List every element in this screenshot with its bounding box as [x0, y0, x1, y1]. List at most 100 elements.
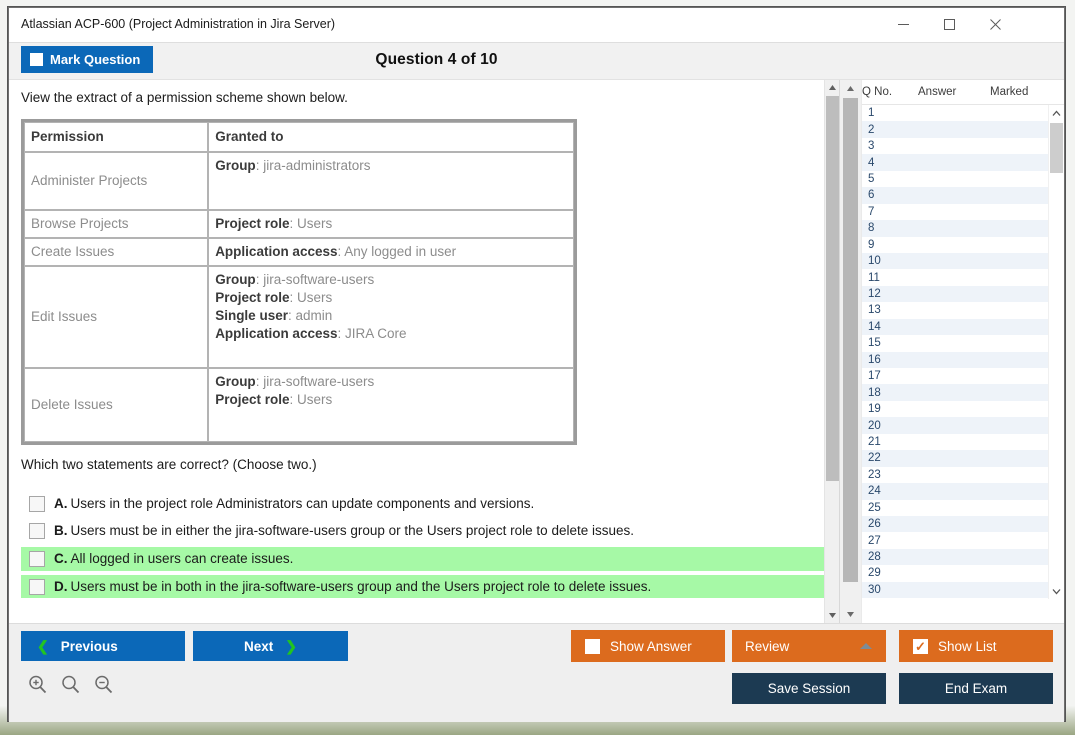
question-list-row[interactable]: 11	[862, 269, 1048, 285]
answer-option-a[interactable]: A. Users in the project role Administrato…	[21, 492, 832, 516]
zoom-out-button[interactable]	[93, 674, 114, 700]
list-inner-scrollbar[interactable]	[1048, 105, 1064, 599]
granted-to-cell: Project role: Users	[208, 209, 574, 238]
question-list-row[interactable]: 26	[862, 515, 1048, 533]
question-list-row[interactable]: 13	[862, 302, 1048, 318]
question-list-row[interactable]: 29	[862, 565, 1048, 581]
maximize-button[interactable]	[927, 8, 972, 41]
zoom-reset-button[interactable]	[60, 674, 81, 700]
minimize-button[interactable]	[881, 8, 926, 41]
question-number: 11	[868, 271, 880, 284]
grant-line: Application access: JIRA Core	[215, 325, 567, 343]
list-outer-scrollbar[interactable]	[840, 80, 862, 623]
grant-label: Project role	[215, 289, 290, 305]
chevron-right-icon: ❯	[285, 637, 297, 654]
question-list-row[interactable]: 3	[862, 138, 1048, 154]
chevron-up-icon	[1052, 110, 1061, 116]
question-list-row[interactable]: 18	[862, 384, 1048, 401]
question-list-row[interactable]: 27	[862, 532, 1048, 548]
question-list-row[interactable]: 7	[862, 204, 1048, 220]
question-list-row[interactable]: 30	[862, 581, 1048, 599]
question-number: 13	[868, 304, 881, 317]
question-list-row[interactable]: 8	[862, 220, 1048, 237]
question-number: 27	[868, 534, 881, 547]
show-answer-checkbox[interactable]	[585, 638, 600, 654]
content-scroll-up-button[interactable]	[825, 80, 840, 95]
chevron-down-icon	[829, 613, 836, 618]
question-list-row[interactable]: 1	[862, 105, 1048, 121]
question-list-row[interactable]: 5	[862, 171, 1048, 187]
content-scroll-down-button[interactable]	[825, 608, 840, 623]
grant-sep: :	[289, 289, 297, 305]
question-number: 24	[868, 485, 881, 498]
question-list-rows[interactable]: 1 2 3 4 5 6 7 8 9 10 11 12 13 14 15 16 17 18 19 20 21 22 23 24 2…	[862, 105, 1048, 599]
question-number: 10	[868, 255, 881, 268]
question-list-row[interactable]: 22	[862, 450, 1048, 467]
answer-option-b[interactable]: B. Users must be in either the jira-softw…	[21, 519, 832, 543]
question-list-row[interactable]: 21	[862, 434, 1048, 450]
end-exam-label: End Exam	[944, 681, 1008, 696]
question-list-row[interactable]: 2	[862, 121, 1048, 138]
list-column-answer: Answer	[918, 86, 957, 98]
grant-sep: :	[289, 391, 297, 407]
grant-value: Users	[296, 215, 333, 231]
bottom-toolbar: ❮ Previous Next ❯ Show Answer Review ✓ S…	[9, 623, 1064, 722]
next-button[interactable]: Next ❯	[193, 631, 348, 661]
grant-value: Users	[296, 289, 333, 305]
review-dropdown-button[interactable]: Review	[732, 630, 886, 662]
grant-value: jira-administrators	[263, 157, 371, 173]
end-exam-button[interactable]: End Exam	[899, 673, 1053, 704]
answer-checkbox-b[interactable]	[29, 523, 45, 540]
content-scrollbar[interactable]	[824, 80, 840, 623]
question-list-row[interactable]: 19	[862, 401, 1048, 417]
answer-text-c: C. All logged in users can create issues.	[54, 550, 293, 568]
question-list-row[interactable]: 16	[862, 351, 1048, 368]
show-answer-label: Show Answer	[610, 638, 692, 654]
question-number: 21	[868, 435, 881, 448]
grant-line: Group: jira-software-users	[215, 373, 567, 391]
question-list-row[interactable]: 23	[862, 467, 1048, 483]
question-list-row[interactable]: 10	[862, 252, 1048, 270]
question-list-row[interactable]: 4	[862, 154, 1048, 171]
close-button[interactable]	[973, 8, 1018, 41]
question-list-row[interactable]: 9	[862, 237, 1048, 253]
grant-line: Project role: Users	[215, 289, 567, 307]
answer-option-d[interactable]: D. Users must be in both in the jira-soft…	[21, 574, 832, 599]
question-number: 7	[868, 205, 875, 218]
grant-value: jira-software-users	[263, 271, 375, 287]
show-list-checkbox[interactable]: ✓	[913, 638, 928, 654]
list-outer-scroll-down-button[interactable]	[840, 606, 861, 623]
show-answer-button[interactable]: Show Answer	[571, 630, 725, 662]
show-list-button[interactable]: ✓ Show List	[899, 630, 1053, 662]
list-outer-scroll-thumb[interactable]	[843, 98, 858, 582]
zoom-in-button[interactable]	[27, 674, 48, 700]
question-list-row[interactable]: 15	[862, 335, 1048, 351]
answer-option-c[interactable]: C. All logged in users can create issues.	[21, 546, 832, 571]
question-number: 19	[868, 403, 881, 416]
list-inner-scroll-down-button[interactable]	[1049, 583, 1064, 599]
granted-to-cell: Application access: Any logged in user	[208, 237, 574, 266]
answer-checkbox-d[interactable]	[29, 578, 45, 595]
content-scroll-thumb[interactable]	[826, 96, 839, 481]
question-number: 17	[868, 370, 881, 383]
grant-label: Project role	[215, 391, 290, 407]
question-list-row[interactable]: 25	[862, 500, 1048, 516]
permission-name: Administer Projects	[24, 151, 209, 210]
question-list-row[interactable]: 24	[862, 483, 1048, 500]
question-list-row[interactable]: 20	[862, 417, 1048, 434]
question-list-row[interactable]: 28	[862, 548, 1048, 566]
grant-label: Single user	[215, 307, 288, 323]
answer-checkbox-a[interactable]	[29, 495, 45, 512]
answer-checkbox-c[interactable]	[29, 550, 45, 567]
question-list-row[interactable]: 17	[862, 368, 1048, 384]
list-outer-scroll-up-button[interactable]	[840, 80, 861, 97]
zoom-icon	[62, 675, 80, 694]
list-inner-scroll-up-button[interactable]	[1049, 105, 1064, 121]
list-inner-scroll-thumb[interactable]	[1050, 123, 1063, 173]
question-list-row[interactable]: 14	[862, 318, 1048, 336]
question-list-row[interactable]: 6	[862, 187, 1048, 204]
save-session-button[interactable]: Save Session	[732, 673, 886, 704]
previous-button[interactable]: ❮ Previous	[21, 631, 185, 661]
question-list-row[interactable]: 12	[862, 285, 1048, 303]
zoom-tools	[27, 674, 114, 700]
